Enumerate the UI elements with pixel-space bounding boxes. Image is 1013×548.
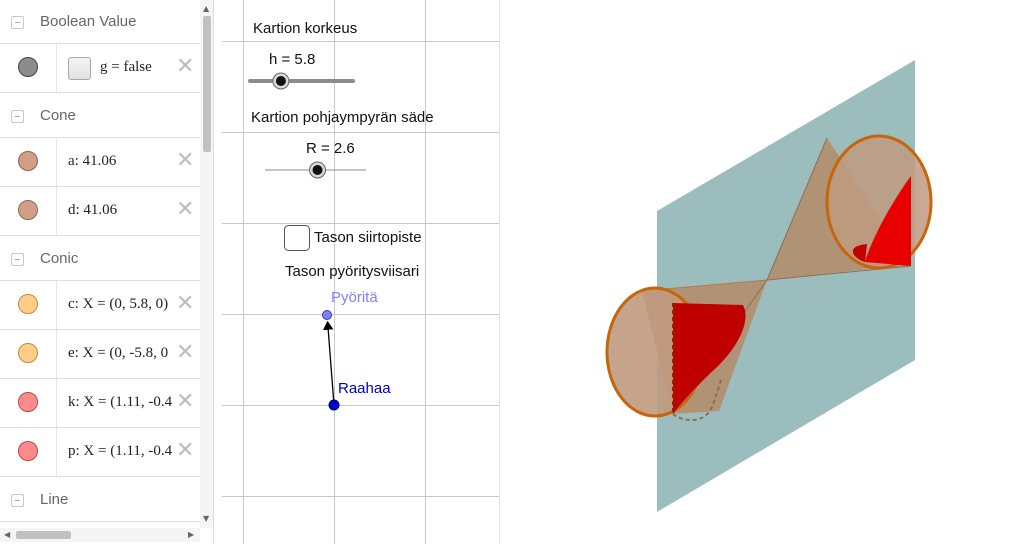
algebra-item-k[interactable]: k: X = (1.11, -0.4 ✕ (0, 379, 200, 428)
group-boolean-value[interactable]: Boolean Value (0, 0, 200, 44)
algebra-item-d[interactable]: d: 41.06 ✕ (0, 187, 200, 236)
group-cone[interactable]: Cone (0, 94, 200, 138)
delete-icon[interactable]: ✕ (176, 53, 194, 79)
delete-icon[interactable]: ✕ (176, 290, 194, 316)
visibility-toggle[interactable] (18, 294, 38, 314)
visibility-toggle[interactable] (18, 441, 38, 461)
algebra-item-text: d: 41.06 (68, 202, 118, 218)
group-title: Conic (40, 250, 79, 267)
delete-icon[interactable]: ✕ (176, 339, 194, 365)
algebra-item-g[interactable]: g = false ✕ (0, 44, 200, 93)
rotation-vector (323, 320, 335, 406)
radius-slider-knob-center (312, 165, 323, 175)
height-slider-knob-center (275, 76, 286, 86)
drag-point[interactable] (328, 399, 340, 411)
graphics-3d-view[interactable] (507, 0, 1013, 544)
tason-siirtopiste-checkbox[interactable] (284, 225, 310, 251)
view-separator[interactable] (499, 0, 507, 544)
radius-slider-title: Kartion pohjaympyrän säde (251, 109, 434, 126)
algebra-item-a[interactable]: a: 41.06 ✕ (0, 138, 200, 187)
algebra-item-text: g = false (100, 59, 152, 75)
visibility-toggle[interactable] (18, 343, 38, 363)
algebra-item-e[interactable]: e: X = (0, -5.8, 0 ✕ (0, 330, 200, 379)
collapse-icon[interactable] (11, 253, 24, 266)
visibility-toggle[interactable] (18, 200, 38, 220)
rotator-title: Tason pyöritysviisari (285, 263, 420, 280)
height-slider-title: Kartion korkeus (253, 20, 358, 37)
checkbox-label: Tason siirtopiste (314, 229, 422, 246)
collapse-icon[interactable] (11, 494, 24, 507)
vertical-scroll-thumb[interactable] (203, 16, 211, 152)
group-title: Line (40, 491, 69, 508)
graphics-view[interactable]: Kartion korkeus h = 5.8 Kartion pohjaymp… (222, 0, 499, 544)
algebra-item-text: k: X = (1.11, -0.4 (68, 394, 173, 410)
group-conic[interactable]: Conic (0, 237, 200, 281)
scroll-right-icon[interactable]: ▶ (188, 530, 194, 539)
boolean-checkbox[interactable] (68, 57, 91, 80)
algebra-item-c[interactable]: c: X = (0, 5.8, 0) ✕ (0, 281, 200, 330)
horizontal-scroll-thumb[interactable] (16, 531, 71, 539)
collapse-icon[interactable] (11, 110, 24, 123)
rotate-point[interactable] (322, 310, 332, 320)
delete-icon[interactable]: ✕ (176, 147, 194, 173)
visibility-toggle[interactable] (18, 151, 38, 171)
group-title: Cone (40, 107, 76, 124)
collapse-icon[interactable] (11, 16, 24, 29)
drag-point-label: Raahaa (338, 380, 391, 397)
visibility-toggle[interactable] (18, 57, 38, 77)
height-slider-value: h = 5.8 (269, 51, 316, 68)
group-title: Boolean Value (40, 13, 137, 30)
radius-slider-value: R = 2.6 (306, 140, 355, 157)
algebra-item-p[interactable]: p: X = (1.11, -0.4 ✕ (0, 428, 200, 477)
delete-icon[interactable]: ✕ (176, 196, 194, 222)
delete-icon[interactable]: ✕ (176, 388, 194, 414)
group-line[interactable]: Line (0, 478, 200, 522)
algebra-item-text: a: 41.06 (68, 153, 117, 169)
visibility-toggle[interactable] (18, 392, 38, 412)
algebra-item-text: e: X = (0, -5.8, 0 (68, 345, 169, 361)
algebra-item-text: c: X = (0, 5.8, 0) (68, 296, 169, 312)
algebra-view: Boolean Value g = false ✕ Cone a: 41.06 … (0, 0, 214, 544)
scene-3d (605, 60, 933, 512)
scroll-up-icon[interactable]: ▲ (203, 4, 209, 13)
scroll-down-icon[interactable]: ▼ (203, 514, 209, 523)
delete-icon[interactable]: ✕ (176, 437, 194, 463)
rotate-point-label: Pyöritä (331, 289, 378, 306)
scroll-left-icon[interactable]: ◀ (4, 530, 10, 539)
algebra-item-text: p: X = (1.11, -0.4 (68, 443, 173, 459)
